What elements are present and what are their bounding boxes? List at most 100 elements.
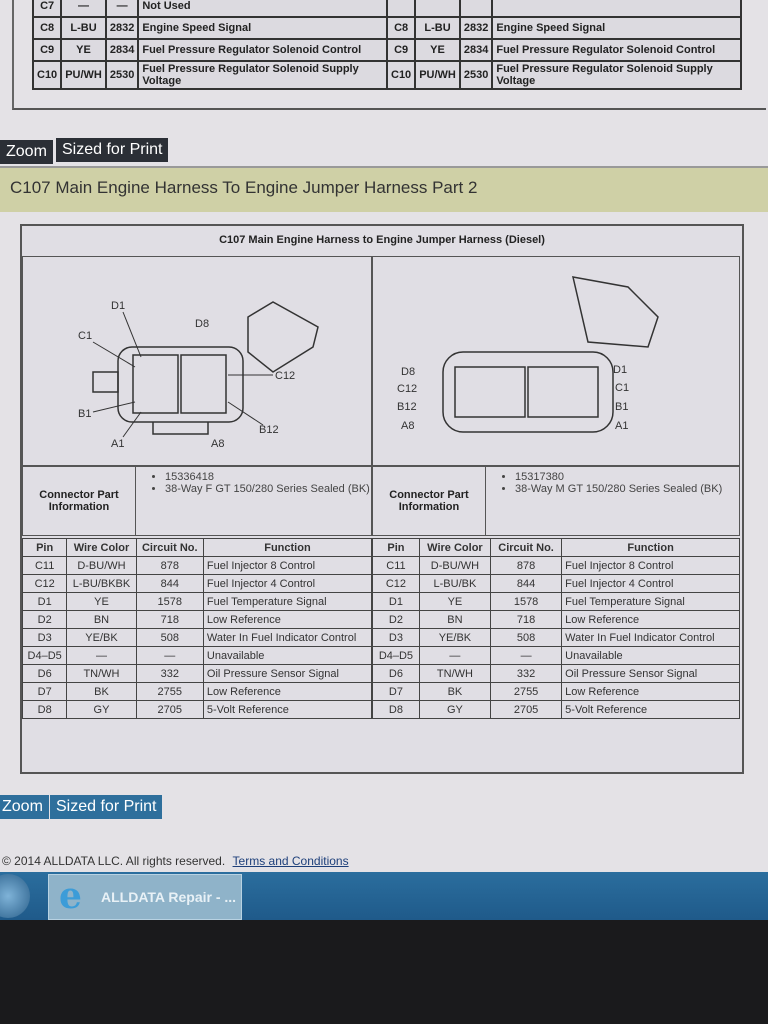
table-row: D2 BN 718 Low Reference	[372, 610, 740, 629]
table-cell: 2755	[489, 682, 563, 701]
table-row: D8 GY 2705 5-Volt Reference	[21, 700, 373, 719]
table-cell: L-BU	[414, 16, 461, 40]
column-header: Wire Color	[66, 538, 137, 557]
table-cell: C9	[31, 38, 63, 62]
female-connector-panel: D1 D8 C1 C12 B1 B12 A1 A8 Connector Part…	[21, 256, 373, 761]
table-cell: D4–D5	[372, 646, 420, 665]
column-header: Circuit No.	[135, 538, 204, 557]
table-cell: Fuel Temperature Signal	[561, 592, 740, 611]
part-description: 38-Way F GT 150/280 Series Sealed (BK)	[165, 483, 370, 495]
table-cell: Water In Fuel Indicator Control	[561, 628, 740, 647]
zoom-button-bottom[interactable]: Zoom	[0, 795, 49, 819]
table-cell	[414, 0, 461, 18]
table-cell: L-BU	[60, 16, 107, 40]
table-cell: 2705	[135, 700, 204, 719]
female-connector-drawing: D1 D8 C1 C12 B1 B12 A1 A8	[22, 256, 372, 466]
table-cell: TN/WH	[66, 664, 137, 683]
table-cell: C8	[385, 16, 417, 40]
table-row: D7 BK 2755 Low Reference	[21, 682, 373, 701]
table-cell: 1578	[489, 592, 563, 611]
copyright-text: © 2014 ALLDATA LLC. All rights reserved.	[2, 854, 226, 868]
table-cell: BN	[66, 610, 137, 629]
pin-label-b12: B12	[259, 424, 279, 436]
table-cell: D7	[21, 682, 68, 701]
table-cell: 332	[489, 664, 563, 683]
table-cell: Unavailable	[561, 646, 740, 665]
connector-info-label: Connector Part Information	[23, 467, 136, 535]
table-cell: 1578	[135, 592, 204, 611]
table-header: Pin Wire Color Circuit No. Function	[21, 538, 373, 557]
table-cell: YE	[60, 38, 107, 62]
terms-link[interactable]: Terms and Conditions	[233, 854, 349, 868]
connector-diagram: C107 Main Engine Harness to Engine Jumpe…	[20, 224, 744, 774]
pin-label-d1: D1	[111, 300, 125, 312]
table-row: C7— — Not Used	[31, 0, 742, 18]
taskbar-item-label: ALLDATA Repair - ...	[101, 889, 237, 905]
table-cell: 2832	[104, 16, 140, 40]
table-cell: L-BU/BKBK	[66, 574, 137, 593]
monitor-bezel	[0, 920, 768, 1024]
previous-pin-table: C7— — Not Used C8 L-BU 2832 Engine Speed Signa…	[31, 0, 742, 90]
table-cell: —	[66, 646, 137, 665]
column-header: Function	[561, 538, 740, 557]
table-cell: BN	[418, 610, 491, 629]
table-cell	[491, 0, 742, 18]
pin-label-c1: C1	[615, 382, 629, 394]
pin-label-d8: D8	[195, 318, 209, 330]
table-cell: YE	[414, 38, 461, 62]
table-row: C8 L-BU 2832 Engine Speed Signal C8 L-BU 2832 E…	[31, 16, 742, 40]
table-row: D1 YE 1578 Fuel Temperature Signal	[21, 592, 373, 611]
table-cell: Low Reference	[202, 682, 373, 701]
table-cell: Fuel Temperature Signal	[202, 592, 373, 611]
table-cell: PU/WH	[414, 60, 461, 90]
table-cell: C8	[31, 16, 63, 40]
table-cell: Not Used	[137, 0, 388, 18]
table-row: C11 D-BU/WH 878 Fuel Injector 8 Control	[372, 556, 740, 575]
table-cell: YE	[66, 592, 137, 611]
pin-label-c12: C12	[275, 370, 295, 382]
table-cell: Unavailable	[202, 646, 373, 665]
table-cell: —	[60, 0, 107, 18]
table-cell: 878	[135, 556, 204, 575]
male-connector-info: Connector Part Information 1531738038-Wa…	[372, 466, 740, 536]
section-title: C107 Main Engine Harness To Engine Jumpe…	[10, 178, 478, 197]
table-cell: D3	[372, 628, 420, 647]
table-cell: D4–D5	[21, 646, 68, 665]
connector-face-icon: D8 C12 B12 A8 D1 C1 B1 A1	[397, 276, 659, 433]
pin-label-d1: D1	[613, 364, 627, 376]
table-row: D2 BN 718 Low Reference	[21, 610, 373, 629]
taskbar: e ALLDATA Repair - ...	[0, 872, 768, 920]
table-cell: 2832	[458, 16, 494, 40]
table-cell: TN/WH	[418, 664, 491, 683]
table-cell: Engine Speed Signal	[491, 16, 742, 40]
table-cell: Fuel Pressure Regulator Solenoid Control	[491, 38, 742, 62]
table-cell: 2834	[458, 38, 494, 62]
column-header: Wire Color	[418, 538, 491, 557]
table-cell: Low Reference	[561, 682, 740, 701]
windows-start-icon[interactable]	[0, 874, 30, 918]
table-cell: C10	[385, 60, 417, 90]
male-connector-panel: D8 C12 B12 A8 D1 C1 B1 A1 Connector Part…	[372, 256, 740, 761]
table-cell: D2	[372, 610, 420, 629]
table-cell: D7	[372, 682, 420, 701]
table-cell: D6	[21, 664, 68, 683]
table-cell: BK	[418, 682, 491, 701]
taskbar-item-alldata[interactable]: e ALLDATA Repair - ...	[48, 874, 242, 920]
table-row: D6 TN/WH 332 Oil Pressure Sensor Signal	[21, 664, 373, 683]
diagram-title: C107 Main Engine Harness to Engine Jumpe…	[219, 234, 545, 246]
table-row: D8 GY 2705 5-Volt Reference	[372, 700, 740, 719]
sized-for-print-button-bottom[interactable]: Sized for Print	[50, 795, 163, 819]
table-cell: —	[418, 646, 491, 665]
table-cell: 508	[489, 628, 563, 647]
zoom-button[interactable]: Zoom	[0, 140, 53, 164]
table-cell: YE/BK	[418, 628, 491, 647]
table-cell: L-BU/BK	[418, 574, 491, 593]
table-cell: D-BU/WH	[66, 556, 137, 575]
table-cell: Oil Pressure Sensor Signal	[561, 664, 740, 683]
table-cell: D8	[21, 700, 68, 719]
pin-label-c12: C12	[397, 383, 417, 395]
table-cell: 332	[135, 664, 204, 683]
sized-for-print-button[interactable]: Sized for Print	[56, 138, 169, 162]
table-cell: 2834	[104, 38, 140, 62]
part-number: 15317380	[515, 471, 722, 483]
